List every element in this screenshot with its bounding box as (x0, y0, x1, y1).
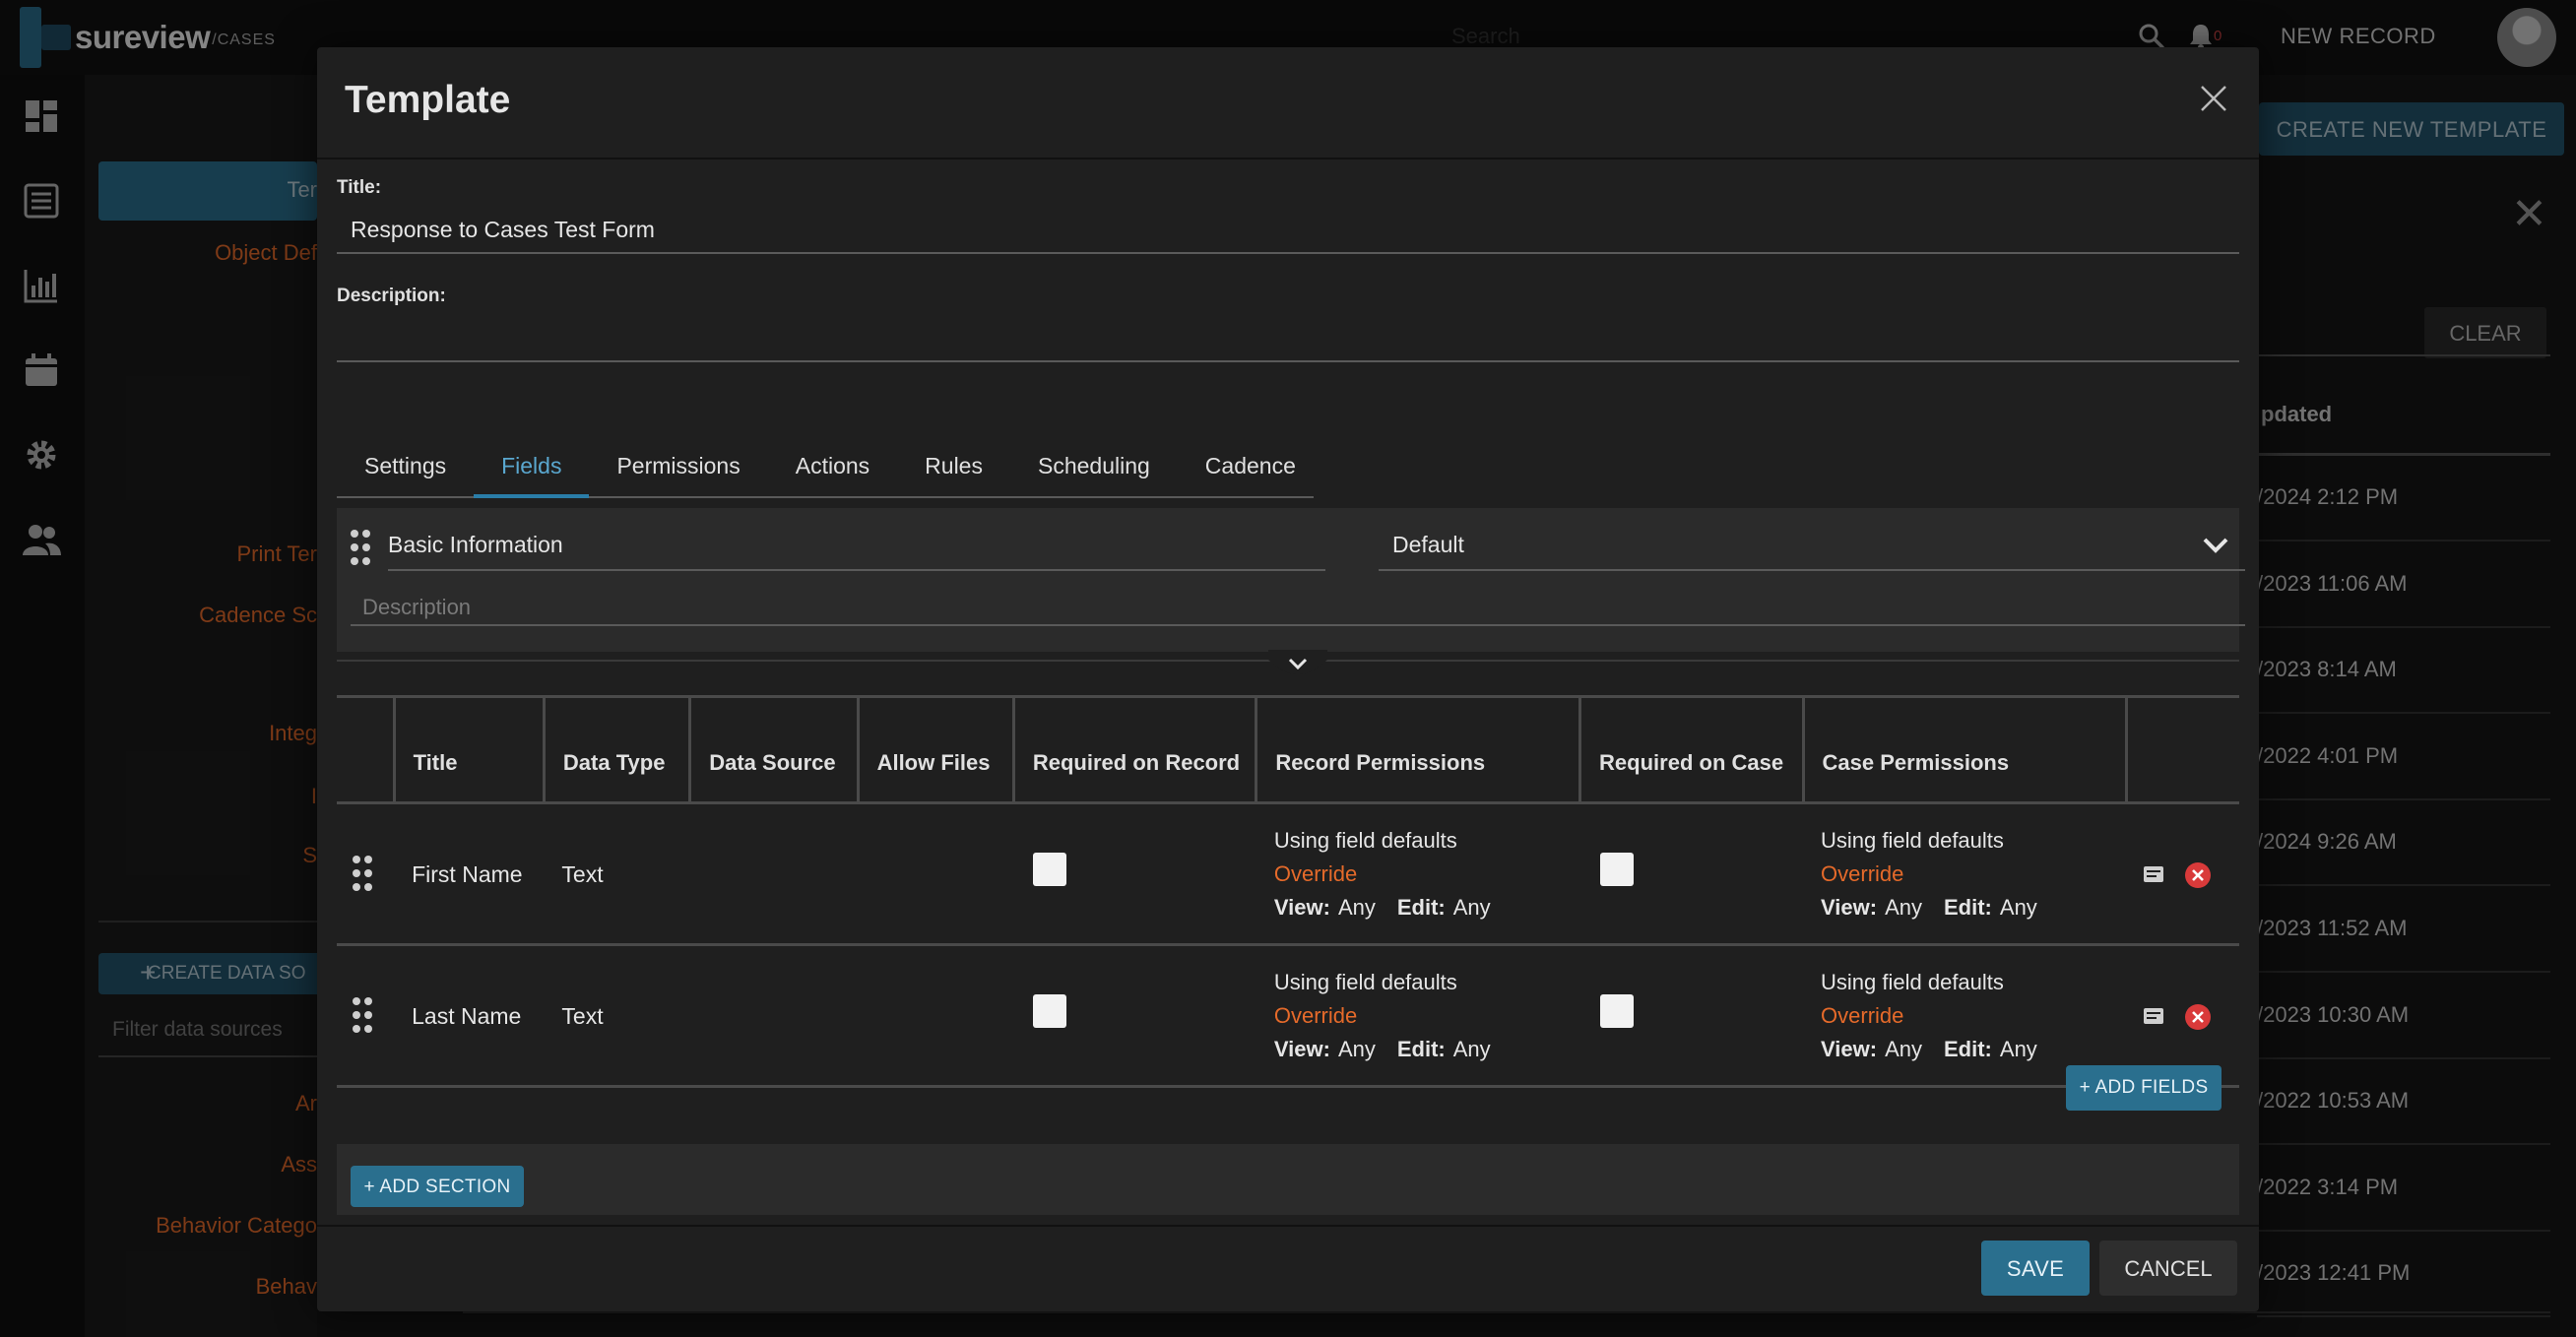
view-label: View: (1273, 894, 1330, 920)
tab-permissions[interactable]: Permissions (589, 419, 767, 498)
view-value: Any (1337, 894, 1376, 920)
chevron-down-icon[interactable] (1268, 650, 1327, 679)
view-value: Any (1885, 894, 1922, 920)
drag-handle-icon[interactable] (353, 996, 374, 1035)
permission-status: Using field defaults (1821, 969, 2004, 994)
delete-icon[interactable] (2184, 1003, 2212, 1031)
drag-column-header (337, 695, 396, 804)
note-icon[interactable] (2143, 865, 2164, 883)
add-section-area (337, 1144, 2239, 1215)
edit-label: Edit: (1396, 1036, 1446, 1061)
title-input[interactable]: Response to Cases Test Form (337, 203, 2239, 254)
permission-values: View: Any Edit: Any (1821, 891, 2127, 924)
permissions-cell: Using field defaults Override View: Any Edit… (1256, 802, 1580, 946)
add-section-button[interactable]: + ADD SECTION (351, 1166, 524, 1207)
tab-scheduling[interactable]: Scheduling (1010, 419, 1178, 498)
permission-status: Using field defaults (1273, 969, 1457, 994)
description-input[interactable] (337, 311, 2239, 362)
column-header[interactable]: Record Permissions (1256, 695, 1582, 804)
required-on-record-cell (1013, 802, 1256, 946)
cancel-button[interactable]: CANCEL (2099, 1241, 2237, 1296)
edit-value: Any (1999, 894, 2037, 920)
section-description-input[interactable]: Description (351, 585, 2245, 626)
override-link[interactable]: Override (1821, 999, 2127, 1033)
permission-status: Using field defaults (1273, 827, 1457, 853)
actions-column-header (2126, 695, 2239, 804)
field-title[interactable]: Last Name (394, 944, 545, 1088)
close-icon[interactable] (2192, 77, 2235, 120)
permissions-cell: Using field defaults Override View: Any Edit… (1256, 944, 1580, 1088)
required-on-record-checkbox[interactable] (1033, 994, 1067, 1028)
edit-value: Any (1452, 894, 1491, 920)
required-on-case-cell (1579, 802, 1804, 946)
tab-cadence[interactable]: Cadence (1178, 419, 1323, 498)
drag-cell (337, 944, 395, 1088)
required-on-case-cell (1579, 944, 1804, 1088)
permission-values: View: Any Edit: Any (1274, 891, 1580, 924)
column-header[interactable]: Case Permissions (1803, 695, 2129, 804)
field-title[interactable]: First Name (394, 802, 545, 946)
drag-handle-icon[interactable] (353, 855, 374, 893)
modal-title: Template (345, 79, 511, 121)
description-label: Description: (337, 286, 446, 306)
column-header[interactable]: Allow Files (858, 695, 1015, 804)
fields-table: Title Data Type Data Source Allow Files Requ… (337, 695, 2239, 1088)
permissions-cell: Using field defaults Override View: Any Edit… (1803, 802, 2127, 946)
table-row: Last Name Text Using field defaults Overrid… (337, 944, 2239, 1088)
template-modal: Template Title: Response to Cases Test F… (317, 47, 2259, 1311)
field-data-source (689, 944, 859, 1088)
view-value: Any (1885, 1036, 1922, 1061)
column-header[interactable]: Title (394, 695, 546, 804)
section-layout-select[interactable]: Default (1379, 530, 2245, 571)
column-header[interactable]: Required on Record (1013, 695, 1258, 804)
tab-rules[interactable]: Rules (897, 419, 1010, 498)
required-on-case-checkbox[interactable] (1599, 853, 1634, 886)
divider (317, 1225, 2259, 1227)
tab-actions[interactable]: Actions (768, 419, 897, 498)
permission-values: View: Any Edit: Any (1821, 1033, 2127, 1066)
override-link[interactable]: Override (1821, 858, 2127, 891)
table-header-row: Title Data Type Data Source Allow Files Requ… (337, 695, 2239, 804)
modal-header: Template (317, 47, 2259, 159)
required-on-record-cell (1013, 944, 1256, 1088)
field-data-type: Text (544, 944, 690, 1088)
override-link[interactable]: Override (1274, 999, 1580, 1033)
required-on-record-checkbox[interactable] (1033, 853, 1067, 886)
chevron-down-icon (2203, 538, 2228, 553)
tab-fields[interactable]: Fields (474, 419, 590, 498)
title-label: Title: (337, 177, 382, 198)
column-header[interactable]: Data Source (689, 695, 860, 804)
edit-value: Any (1452, 1036, 1491, 1061)
view-label: View: (1273, 1036, 1330, 1061)
view-value: Any (1337, 1036, 1376, 1061)
delete-icon[interactable] (2184, 861, 2212, 889)
section-basic-information: Basic Information Default Description (337, 508, 2245, 652)
column-header[interactable]: Data Type (544, 695, 692, 804)
edit-label: Edit: (1396, 894, 1446, 920)
field-allow-files (858, 944, 1014, 1088)
field-allow-files (858, 802, 1014, 946)
note-icon[interactable] (2143, 1007, 2164, 1025)
view-label: View: (1821, 1036, 1878, 1061)
field-data-type: Text (544, 802, 690, 946)
section-name-input[interactable]: Basic Information (388, 530, 1325, 571)
field-data-source (689, 802, 859, 946)
add-fields-button[interactable]: + ADD FIELDS (2066, 1065, 2222, 1111)
tab-settings[interactable]: Settings (337, 419, 474, 498)
permission-status: Using field defaults (1821, 827, 2004, 853)
view-label: View: (1821, 894, 1878, 920)
save-button[interactable]: SAVE (1981, 1241, 2090, 1296)
edit-value: Any (1999, 1036, 2037, 1061)
drag-cell (337, 802, 395, 946)
override-link[interactable]: Override (1274, 858, 1580, 891)
row-actions (2126, 802, 2239, 946)
template-tabs: Settings Fields Permissions Actions Rules Sch… (337, 419, 1314, 498)
drag-handle-icon[interactable] (351, 530, 372, 567)
edit-label: Edit: (1944, 1036, 1992, 1061)
permission-values: View: Any Edit: Any (1274, 1033, 1580, 1066)
column-header[interactable]: Required on Case (1579, 695, 1805, 804)
required-on-case-checkbox[interactable] (1599, 994, 1634, 1028)
edit-label: Edit: (1944, 894, 1992, 920)
table-row: First Name Text Using field defaults Overri… (337, 802, 2239, 946)
